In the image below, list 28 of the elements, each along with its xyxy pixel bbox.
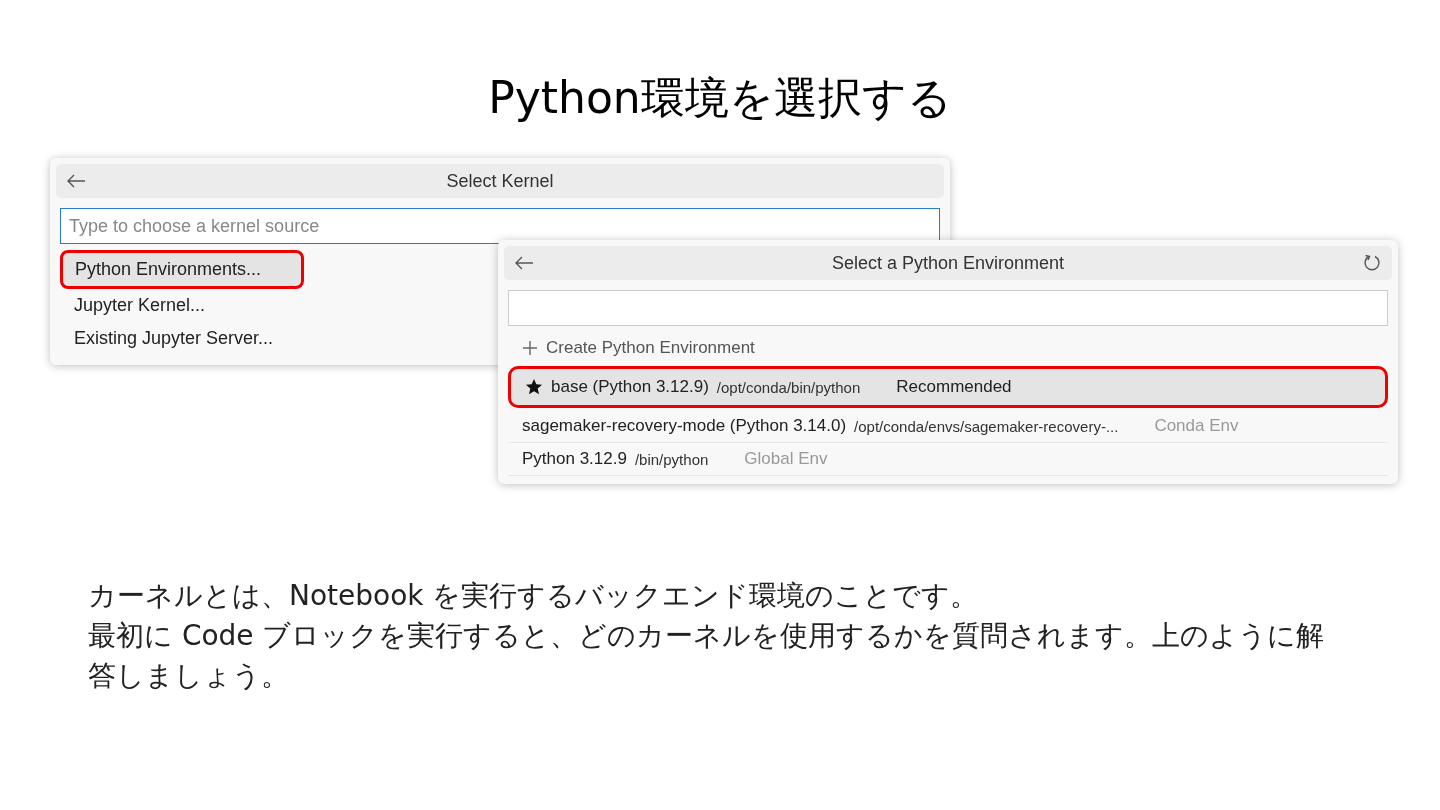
environment-item[interactable]: Python 3.12.9 /bin/python Global Env [508, 443, 1388, 476]
environment-item[interactable]: base (Python 3.12.9) /opt/conda/bin/python Recommended [508, 366, 1388, 408]
environment-path: /opt/conda/envs/sagemaker-recovery-... [854, 417, 1119, 435]
caption-text: 最初に Code ブロックを実行すると、どのカーネルを使用するかを質問されます。上のように解答しましょう。 [88, 618, 1326, 694]
back-arrow-icon[interactable] [514, 256, 534, 270]
kernel-source-item[interactable]: Python Environments... [60, 250, 304, 289]
kernel-source-item[interactable]: Existing Jupyter Server... [60, 322, 288, 355]
kernel-source-item[interactable]: Jupyter Kernel... [60, 289, 288, 322]
picker-title: Select Kernel [445, 170, 555, 192]
slide-title: Python環境を選択する [488, 71, 952, 125]
environment-tag: Global Env [744, 449, 828, 469]
environment-name: Python 3.12.9 [522, 449, 627, 469]
caption-text: カーネルとは、Notebook を実行するバックエンド環境のことです。 [88, 578, 980, 614]
environment-name: sagemaker-recovery-mode (Python 3.14.0) [522, 416, 847, 436]
back-arrow-icon[interactable] [66, 174, 86, 188]
environment-name: base (Python 3.12.9) [551, 377, 709, 397]
environment-tag: Recommended [896, 377, 1012, 397]
search-field[interactable] [508, 290, 1388, 326]
environment-path: /opt/conda/bin/python [716, 378, 861, 396]
environment-tag: Conda Env [1154, 416, 1239, 436]
plus-icon [522, 340, 538, 356]
item-label: Create Python Environment [546, 338, 755, 358]
search-field[interactable]: Type to choose a kernel source [60, 208, 940, 244]
environment-item[interactable]: sagemaker-recovery-mode (Python 3.14.0) /opt/conda/envs/sagemaker-recovery-... Conda Env [508, 410, 1388, 443]
create-environment-item[interactable]: Create Python Environment [508, 332, 1388, 364]
environment-path: /bin/python [634, 450, 709, 468]
picker-title: Select a Python Environment [830, 252, 1066, 274]
refresh-icon[interactable] [1362, 253, 1382, 273]
